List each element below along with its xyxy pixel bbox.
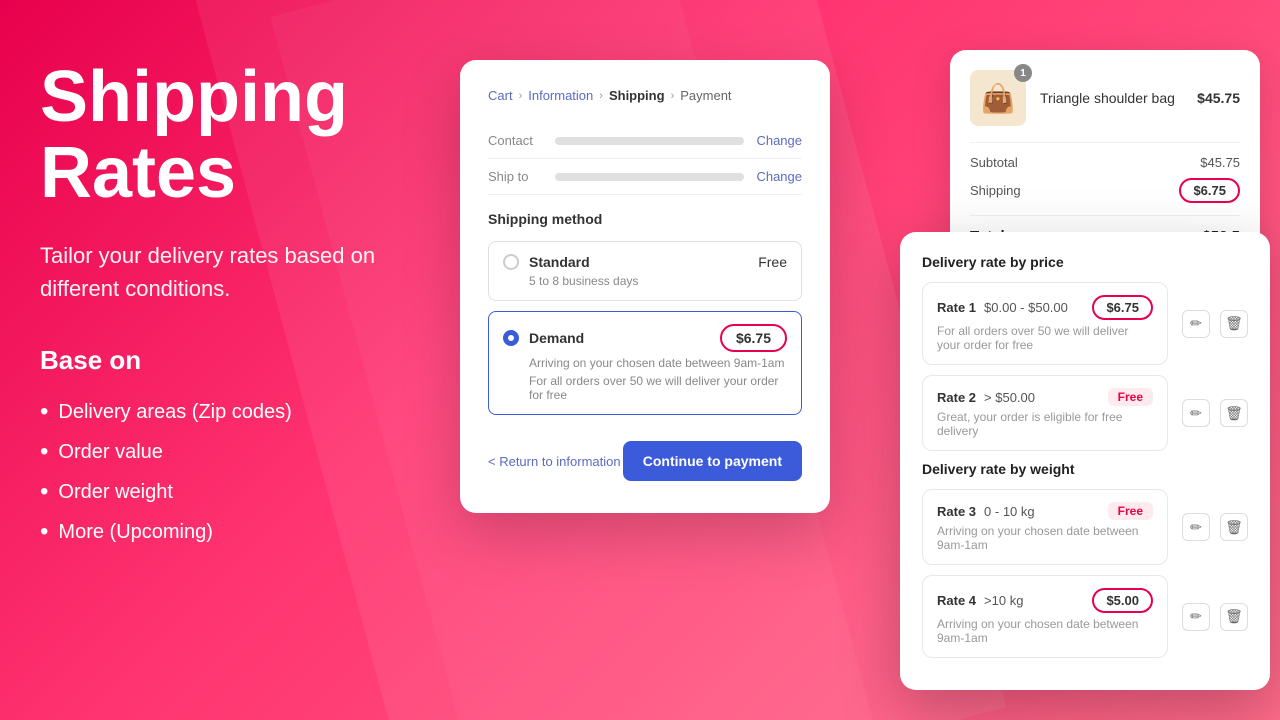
- contact-value-bar: [555, 137, 744, 145]
- rate2-desc: Great, your order is eligible for free d…: [937, 410, 1153, 438]
- breadcrumb: Cart › Information › Shipping › Payment: [488, 88, 802, 103]
- ship-to-row: Ship to Change: [488, 159, 802, 195]
- bullet-item: Order weight: [40, 472, 390, 512]
- option-desc2-demand: For all orders over 50 we will deliver y…: [529, 374, 787, 402]
- radio-demand[interactable]: [503, 330, 519, 346]
- bullet-item: Delivery areas (Zip codes): [40, 392, 390, 432]
- rate1-row: Rate 1 $0.00 - $50.00 $6.75 For all orde…: [922, 282, 1248, 365]
- shipping-value: $6.75: [1179, 178, 1240, 203]
- product-price: $45.75: [1197, 90, 1240, 106]
- rate1-range: $0.00 - $50.00: [984, 300, 1068, 315]
- rate2-range: > $50.00: [984, 390, 1035, 405]
- rate4-desc: Arriving on your chosen date between 9am…: [937, 617, 1153, 645]
- divider: [970, 142, 1240, 143]
- rate4-actions: ✏ 🗑: [1182, 603, 1248, 631]
- left-panel: Shipping Rates Tailor your delivery rate…: [0, 0, 430, 720]
- rate3-row: Rate 3 0 - 10 kg Free Arriving on your c…: [922, 489, 1248, 565]
- rate2-price: Free: [1108, 388, 1153, 406]
- rate3-desc: Arriving on your chosen date between 9am…: [937, 524, 1153, 552]
- rate4-delete-button[interactable]: 🗑: [1220, 603, 1248, 631]
- bag-icon: 👜: [981, 82, 1016, 115]
- contact-change[interactable]: Change: [756, 133, 802, 148]
- rate2-delete-button[interactable]: 🗑: [1220, 399, 1248, 427]
- bullet-list: Delivery areas (Zip codes)Order valueOrd…: [40, 392, 390, 552]
- rate3-edit-button[interactable]: ✏: [1182, 513, 1210, 541]
- quantity-badge: 1: [1014, 64, 1032, 82]
- rate1-edit-button[interactable]: ✏: [1182, 310, 1210, 338]
- rate4-edit-button[interactable]: ✏: [1182, 603, 1210, 631]
- breadcrumb-cart[interactable]: Cart: [488, 88, 513, 103]
- breadcrumb-payment: Payment: [680, 88, 731, 103]
- subtitle: Tailor your delivery rates based on diff…: [40, 239, 390, 305]
- radio-standard[interactable]: [503, 254, 519, 270]
- option-desc1-demand: Arriving on your chosen date between 9am…: [529, 356, 787, 370]
- main-title: Shipping Rates: [40, 60, 390, 211]
- shipping-option-demand[interactable]: Demand $6.75 Arriving on your chosen dat…: [488, 311, 802, 415]
- option-price-standard: Free: [758, 254, 787, 270]
- rate2-name: Rate 2: [937, 390, 976, 405]
- rate2-actions: ✏ 🗑: [1182, 399, 1248, 427]
- right-area: 👜 1 Triangle shoulder bag $45.75 Subtota…: [460, 50, 1260, 670]
- product-name: Triangle shoulder bag: [1040, 90, 1183, 106]
- rate2-edit-button[interactable]: ✏: [1182, 399, 1210, 427]
- rate1-actions: ✏ 🗑: [1182, 310, 1248, 338]
- rates-by-weight-title: Delivery rate by weight: [922, 461, 1248, 477]
- rate1-price: $6.75: [1092, 295, 1153, 320]
- product-row: 👜 1 Triangle shoulder bag $45.75: [970, 70, 1240, 126]
- base-on-title: Base on: [40, 345, 390, 376]
- breadcrumb-sep2: ›: [599, 90, 603, 102]
- option-desc-standard: 5 to 8 business days: [529, 274, 787, 288]
- bullet-item: More (Upcoming): [40, 512, 390, 552]
- breadcrumb-shipping: Shipping: [609, 88, 665, 103]
- breadcrumb-sep1: ›: [519, 90, 523, 102]
- rate4-name: Rate 4: [937, 593, 976, 608]
- ship-to-value-bar: [555, 173, 744, 181]
- rate1-item: Rate 1 $0.00 - $50.00 $6.75 For all orde…: [922, 282, 1168, 365]
- rate1-delete-button[interactable]: 🗑: [1220, 310, 1248, 338]
- rate3-price: Free: [1108, 502, 1153, 520]
- rate1-name: Rate 1: [937, 300, 976, 315]
- ship-to-label: Ship to: [488, 169, 543, 184]
- rate3-delete-button[interactable]: 🗑: [1220, 513, 1248, 541]
- checkout-card: Cart › Information › Shipping › Payment …: [460, 60, 830, 513]
- rate3-name: Rate 3: [937, 504, 976, 519]
- contact-row: Contact Change: [488, 123, 802, 159]
- shipping-option-standard[interactable]: Standard Free 5 to 8 business days: [488, 241, 802, 301]
- rates-card: Delivery rate by price Rate 1 $0.00 - $5…: [900, 232, 1270, 690]
- shipping-label: Shipping: [970, 183, 1021, 198]
- continue-button[interactable]: Continue to payment: [623, 441, 802, 481]
- rate4-price: $5.00: [1092, 588, 1153, 613]
- breadcrumb-information[interactable]: Information: [528, 88, 593, 103]
- rate2-row: Rate 2 > $50.00 Free Great, your order i…: [922, 375, 1248, 451]
- subtotal-value: $45.75: [1200, 155, 1240, 170]
- rate3-item: Rate 3 0 - 10 kg Free Arriving on your c…: [922, 489, 1168, 565]
- rate3-range: 0 - 10 kg: [984, 504, 1035, 519]
- back-link[interactable]: < Return to information: [488, 454, 621, 469]
- option-price-demand: $6.75: [720, 324, 787, 352]
- contact-label: Contact: [488, 133, 543, 148]
- shipping-method-title: Shipping method: [488, 211, 802, 227]
- subtotal-label: Subtotal: [970, 155, 1018, 170]
- shipping-row: Shipping $6.75: [970, 178, 1240, 203]
- rate4-range: >10 kg: [984, 593, 1023, 608]
- checkout-actions: < Return to information Continue to paym…: [488, 425, 802, 485]
- rate1-desc: For all orders over 50 we will deliver y…: [937, 324, 1153, 352]
- option-name-standard: Standard: [529, 254, 748, 270]
- product-image: 👜 1: [970, 70, 1026, 126]
- option-name-demand: Demand: [529, 330, 710, 346]
- rate3-actions: ✏ 🗑: [1182, 513, 1248, 541]
- rate4-row: Rate 4 >10 kg $5.00 Arriving on your cho…: [922, 575, 1248, 658]
- divider2: [970, 215, 1240, 216]
- rate4-item: Rate 4 >10 kg $5.00 Arriving on your cho…: [922, 575, 1168, 658]
- subtotal-row: Subtotal $45.75: [970, 155, 1240, 170]
- rate2-item: Rate 2 > $50.00 Free Great, your order i…: [922, 375, 1168, 451]
- breadcrumb-sep3: ›: [671, 90, 675, 102]
- ship-to-change[interactable]: Change: [756, 169, 802, 184]
- bullet-item: Order value: [40, 432, 390, 472]
- rates-by-price-title: Delivery rate by price: [922, 254, 1248, 270]
